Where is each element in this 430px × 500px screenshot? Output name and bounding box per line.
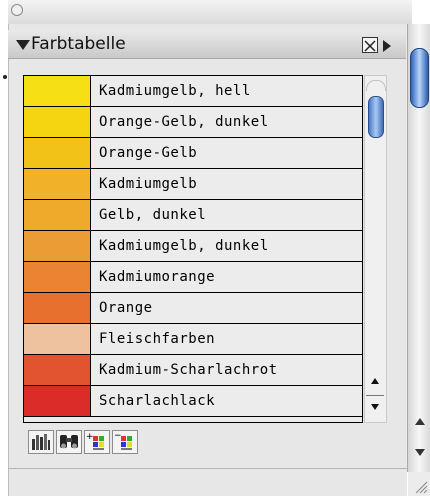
color-swatch <box>24 231 91 261</box>
color-row[interactable]: Orange <box>24 293 362 324</box>
color-row[interactable]: Kadmiumgelb, hell <box>24 76 362 107</box>
color-swatch <box>24 293 91 323</box>
color-swatch <box>24 262 91 292</box>
color-name: Kadmiumgelb <box>99 176 198 192</box>
color-row[interactable]: Orange-Gelb, dunkel <box>24 107 362 138</box>
color-list: Kadmiumgelb, hell Orange-Gelb, dunkel Or… <box>23 75 363 423</box>
color-name: Kadmiumgelb, hell <box>99 83 251 99</box>
color-row[interactable]: Scharlachlack <box>24 386 362 417</box>
color-name: Gelb, dunkel <box>99 207 207 223</box>
window-scroll-down-icon[interactable] <box>415 449 425 456</box>
resize-grip-icon <box>415 481 428 494</box>
close-icon <box>364 40 376 52</box>
svg-text:−: − <box>114 431 122 441</box>
color-swatch <box>24 169 91 199</box>
color-swatch <box>24 355 91 385</box>
list-scroll-cap <box>366 80 386 91</box>
color-name: Orange <box>99 300 153 316</box>
color-swatch <box>24 76 91 106</box>
window-scroll-thumb[interactable] <box>410 48 429 108</box>
panel-menu-arrow-icon[interactable] <box>383 40 391 52</box>
scroll-down-arrow-icon[interactable] <box>371 404 379 410</box>
new-swatch-button[interactable]: + <box>84 430 110 454</box>
find-color-button[interactable] <box>56 430 82 454</box>
color-swatch <box>24 107 91 137</box>
scroll-arrow-divider <box>366 395 384 396</box>
new-swatch-icon: + <box>86 432 104 450</box>
color-row[interactable]: Kadmium-Scharlachrot <box>24 355 362 386</box>
color-row[interactable]: Kadmiumgelb <box>24 169 362 200</box>
color-name: Orange-Gelb <box>99 145 198 161</box>
panel-title: Farbtabelle <box>31 34 126 54</box>
bullet-dot <box>3 75 7 79</box>
color-row[interactable]: Fleischfarben <box>24 324 362 355</box>
list-scroll-thumb[interactable] <box>368 96 384 138</box>
delete-swatch-button[interactable]: − <box>112 430 138 454</box>
color-library-button[interactable] <box>28 430 54 454</box>
color-name: Orange-Gelb, dunkel <box>99 114 269 130</box>
collapse-triangle-icon[interactable] <box>16 40 30 50</box>
window-scroll-up-icon[interactable] <box>415 418 425 425</box>
scroll-up-arrow-icon[interactable] <box>371 378 379 384</box>
color-row[interactable]: Kadmiumorange <box>24 262 362 293</box>
color-swatch <box>24 386 91 416</box>
color-row[interactable]: Orange-Gelb <box>24 138 362 169</box>
color-name: Kadmium-Scharlachrot <box>99 362 278 378</box>
color-name: Fleischfarben <box>99 331 216 347</box>
window-titlebar[interactable] <box>8 0 412 25</box>
color-row[interactable]: Gelb, dunkel <box>24 200 362 231</box>
color-row[interactable]: Kadmiumgelb, dunkel <box>24 231 362 262</box>
panel-bottom-divider <box>8 468 407 469</box>
delete-swatch-icon: − <box>114 431 132 450</box>
color-name: Kadmiumorange <box>99 269 216 285</box>
close-panel-button[interactable] <box>362 37 378 53</box>
close-window-icon[interactable] <box>11 4 23 16</box>
color-swatch <box>24 138 91 168</box>
color-name: Kadmiumgelb, dunkel <box>99 238 269 254</box>
color-swatch <box>24 324 91 354</box>
svg-text:+: + <box>86 432 94 442</box>
color-name: Scharlachlack <box>99 393 216 409</box>
resize-grip[interactable] <box>408 472 430 496</box>
color-library-icon <box>32 434 50 450</box>
color-swatch <box>24 200 91 230</box>
find-color-icon <box>60 435 78 449</box>
